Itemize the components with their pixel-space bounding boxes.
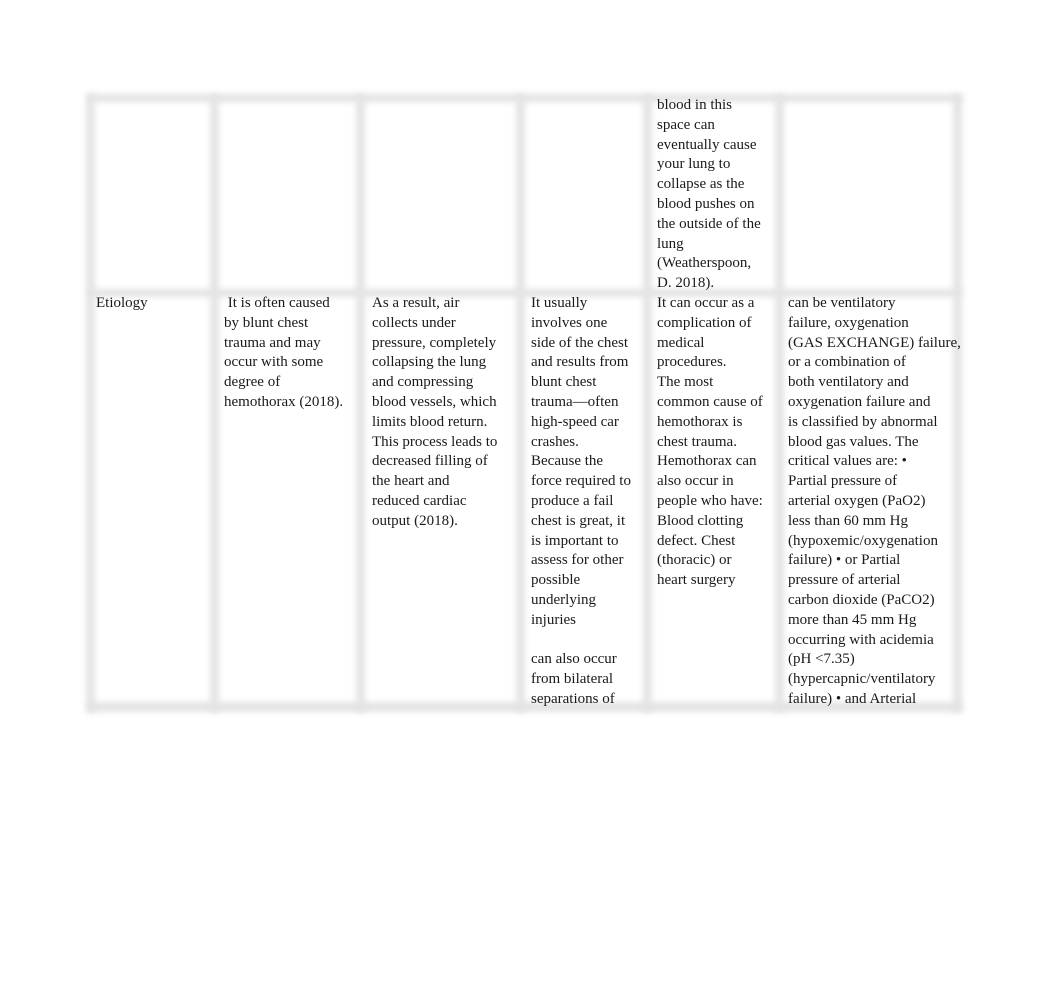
table-border-col-1 — [210, 94, 219, 712]
table-cell-etiology-col1: It is often caused by blunt chest trauma… — [224, 295, 344, 410]
row-header-etiology: Etiology — [96, 295, 148, 311]
table-cell-row1-col4: blood in this space can eventually cause… — [657, 97, 761, 292]
table-border-col-0 — [86, 94, 95, 712]
document-page: blood in this space can eventually cause… — [0, 0, 1062, 1006]
table-cell-etiology-col4: It can occur as a complication of medica… — [657, 295, 763, 589]
table-cell-etiology-col5: can be ventilatory failure, oxygenation … — [788, 295, 961, 707]
table-cell-etiology-col3: It usually involves one side of the ches… — [531, 295, 631, 707]
table-cell-etiology-col2: As a result, air collects under pressure… — [372, 295, 498, 529]
table-border-top — [88, 94, 962, 102]
